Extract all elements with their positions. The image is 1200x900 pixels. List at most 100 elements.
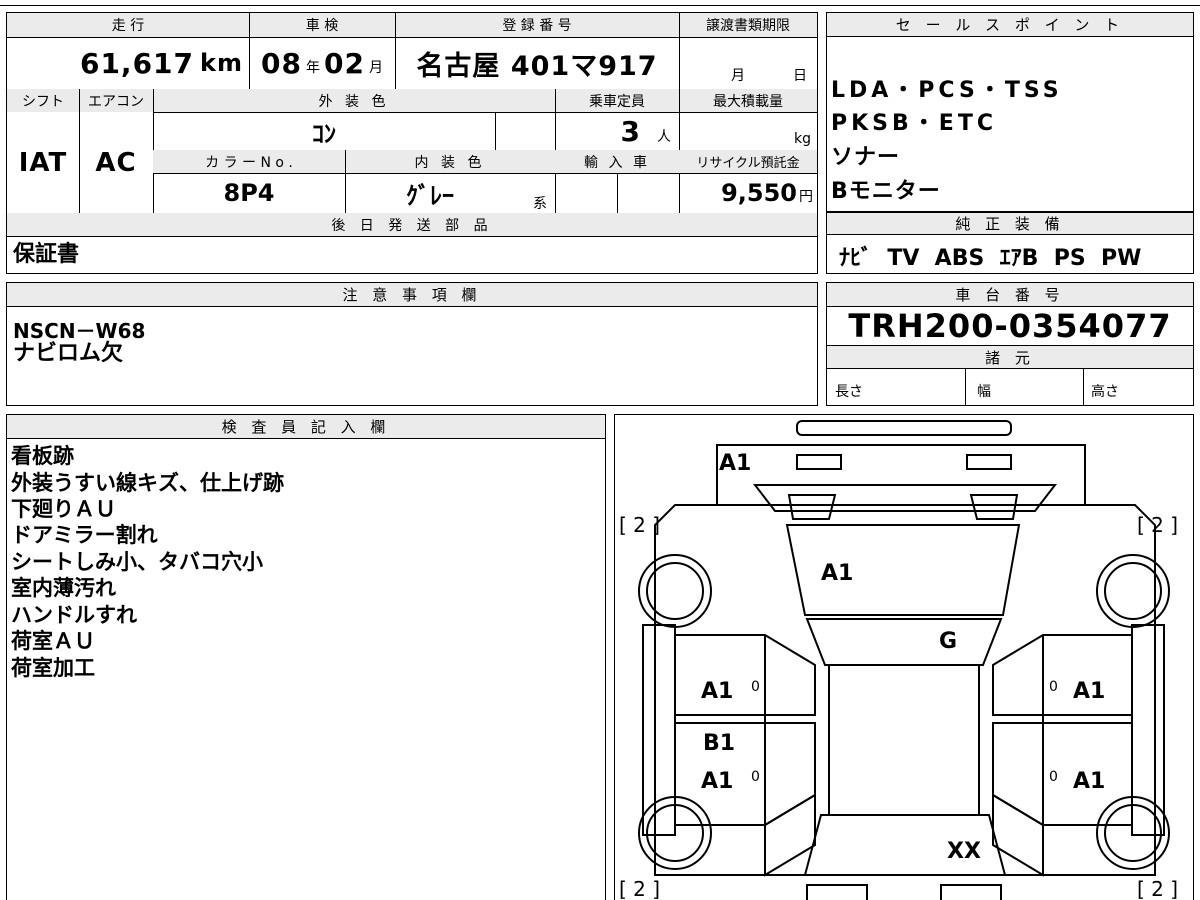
maxload-unit: kg [794,131,811,147]
zero-marker-1: 0 [751,679,760,695]
front-bumper [796,420,1012,436]
recycle-value: 9,550 [721,179,797,207]
mileage-label: 走 行 [7,13,249,37]
vehicle-info-table: 走 行 車 検 登 録 番 号 譲渡書類期限 61,617 km 08 年 02… [6,12,818,274]
right-front-door [992,634,1133,716]
shift-value: IAT [18,147,68,178]
shaken-year-unit: 年 [306,60,320,76]
code-right-front-door: A1 [1073,679,1106,704]
interior-value: ｸﾞﾚｰ [406,181,454,210]
inspector-line-1: 看板跡 [11,444,74,468]
interior-unit: 系 [533,196,547,212]
top-strip [0,0,1200,6]
hood-top [805,618,1003,666]
sales-point-line-1: LDA・PCS・TSS [831,78,1063,103]
notes-line-2: ナビロム欠 [13,341,124,366]
later-parts-label: 後 日 発 送 部 品 [7,213,817,236]
ac-value: AC [95,147,137,178]
shaken-month-unit: 月 [368,60,383,76]
maxload-label: 最大積載量 [679,89,817,112]
shaken-year: 08 [261,46,302,80]
tire-rear-right: [ 2 ] [1137,877,1179,900]
equipment-label: 純 正 装 備 [827,212,1193,235]
inspector-line-7: ハンドルすれ [11,603,137,627]
registration-label: 登 録 番 号 [395,13,679,37]
zero-marker-4: 0 [1049,769,1058,785]
inspector-line-3: 下廻りＡＵ [11,497,116,521]
inspector-line-8: 荷室ＡＵ [11,629,95,653]
code-hood: G [939,629,958,654]
code-right-rear-door: A1 [1073,769,1106,794]
shaken-value: 08 年 02 月 [249,37,395,89]
sales-point-box: セ ー ル ス ポ イ ン ト LDA・PCS・TSS PKSB・ETC ソナー… [826,12,1194,212]
spec-label: 諸 元 [827,345,1193,369]
notes-label: 注 意 事 項 欄 [7,283,817,307]
inspector-line-9: 荷室加工 [11,656,95,680]
capacity-value-cell: 3 人 [555,112,679,150]
code-roof: A1 [719,451,752,476]
inspector-line-4: ドアミラー割れ [11,523,158,547]
height-label: 高さ [1091,384,1119,400]
capacity-unit: 人 [657,129,671,145]
wheel-front-right [1096,554,1170,628]
shift-label: シフト [7,89,79,112]
recycle-unit: 円 [799,189,813,205]
code-left-rear-door: A1 [701,769,734,794]
left-rear-door [674,722,816,826]
inspector-line-6: 室内薄汚れ [11,576,116,600]
tire-front-right: [ 2 ] [1137,513,1179,537]
chassis-number: TRH200-0354077 [848,307,1172,345]
recycle-value-cell: 9,550 円 [679,173,817,213]
code-rear: XX [947,839,981,864]
code-left-front-door: A1 [701,679,734,704]
exterior-value: ｺﾝ [312,119,336,148]
vehicle-diagram [638,420,1170,900]
color-no-label: カ ラ ー N o . [153,150,345,173]
sales-point-line-3: ソナー [831,145,901,170]
code-windshield: A1 [821,561,854,586]
notes-box: 注 意 事 項 欄 NSCN－W68 ナビロム欠 [6,282,818,406]
width-label: 幅 [977,384,991,400]
code-left-rear-door-b: B1 [703,731,736,756]
left-step [642,624,676,836]
inspector-line-2: 外装うすい線キズ、仕上げ跡 [11,471,284,495]
capacity-label: 乗車定員 [555,89,679,112]
chassis-label: 車 台 番 号 [827,283,1193,307]
mileage-unit: km [200,49,243,77]
notes-line-1: NSCN－W68 [13,319,146,343]
vehicle-diagram-box: A1 A1 G A1 B1 A1 A1 A1 XX 0 0 0 0 [ 2 ] … [614,414,1194,900]
chassis-box: 車 台 番 号 TRH200-0354077 諸 元 長さ 幅 高さ [826,282,1194,406]
shaken-label: 車 検 [249,13,395,37]
color-no-value: 8P4 [223,179,275,207]
wheel-front-left [638,554,712,628]
cab-light-left [796,454,842,470]
cab-light-right [966,454,1012,470]
later-parts-value: 保証書 [13,242,80,267]
ac-label: エアコン [79,89,153,112]
transfer-day-unit: 日 [793,68,807,84]
sales-point-line-4: Bモニター [831,179,941,204]
equipment-value: ﾅﾋﾞ TV ABS ｴｱB PS PW [839,246,1142,271]
right-rear-door [992,722,1133,826]
tire-rear-left: [ 2 ] [619,877,661,900]
inspector-line-5: シートしみ小、タバコ穴小 [11,550,263,574]
right-step [1131,624,1165,836]
transfer-month-unit: 月 [731,68,745,84]
mileage-value: 61,617 km [7,37,249,89]
window-rear [752,484,1058,512]
registration-number: 名古屋 401マ917 [416,50,658,82]
sales-point-label: セ ー ル ス ポ イ ン ト [827,13,1193,37]
inspector-label: 検 査 員 記 入 欄 [7,415,605,439]
mileage-number: 61,617 [79,46,195,80]
cabin [828,664,980,816]
length-label: 長さ [835,384,863,400]
shaken-month: 02 [324,46,365,80]
cab-panel [716,444,1086,506]
import-label: 輸 入 車 [555,150,679,173]
capacity-value: 3 [620,114,641,148]
exterior-label: 外 装 色 [153,89,555,112]
interior-label: 内 装 色 [345,150,555,173]
inspector-box: 検 査 員 記 入 欄 看板跡 外装うすい線キズ、仕上げ跡 下廻りＡＵ ドアミラ… [6,414,606,900]
equipment-box: 純 正 装 備 ﾅﾋﾞ TV ABS ｴｱB PS PW [826,212,1194,274]
recycle-label: リサイクル預託金 [679,150,817,173]
